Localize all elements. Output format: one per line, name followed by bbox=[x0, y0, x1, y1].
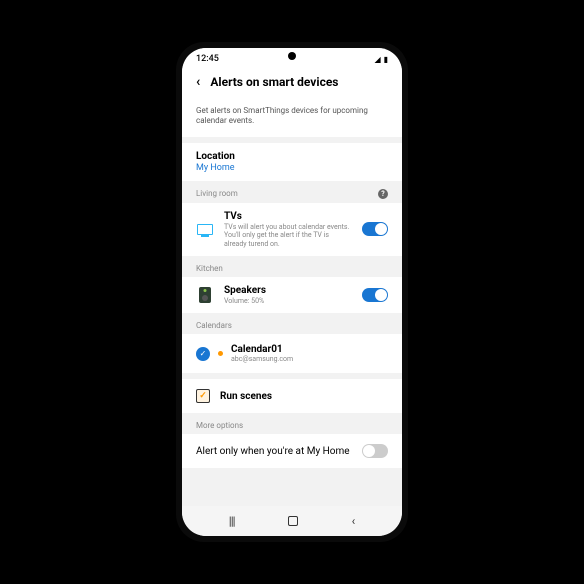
checkbox-icon[interactable]: ✓ bbox=[196, 389, 210, 403]
status-indicators: ◢ ▮ bbox=[374, 55, 388, 64]
device-tv-row[interactable]: TVs TVs will alert you about calendar ev… bbox=[182, 203, 402, 256]
tv-icon bbox=[196, 222, 214, 236]
scene-label: Run scenes bbox=[220, 391, 272, 402]
speaker-icon bbox=[196, 288, 214, 302]
page-header: ‹ Alerts on smart devices bbox=[182, 66, 402, 100]
device-desc: Volume: 50% bbox=[224, 297, 352, 305]
section-kitchen: Kitchen bbox=[182, 256, 402, 277]
check-icon: ✓ bbox=[196, 347, 210, 361]
device-speaker-row[interactable]: Speakers Volume: 50% bbox=[182, 277, 402, 313]
section-title: Kitchen bbox=[196, 264, 223, 273]
location-value: My Home bbox=[196, 163, 388, 173]
help-icon[interactable]: ? bbox=[378, 189, 388, 199]
calendar-row[interactable]: ✓ Calendar01 abc@samsung.com bbox=[182, 334, 402, 373]
status-time: 12:45 bbox=[196, 54, 219, 64]
speaker-toggle[interactable] bbox=[362, 288, 388, 302]
calendar-info: Calendar01 abc@samsung.com bbox=[231, 344, 388, 363]
phone-frame: 12:45 ◢ ▮ ‹ Alerts on smart devices Get … bbox=[176, 42, 408, 542]
page-title: Alerts on smart devices bbox=[210, 75, 338, 89]
device-info: TVs TVs will alert you about calendar ev… bbox=[224, 211, 352, 248]
content-scroll[interactable]: Get alerts on SmartThings devices for up… bbox=[182, 100, 402, 506]
option-label: Alert only when you're at My Home bbox=[196, 446, 350, 457]
device-name: TVs bbox=[224, 211, 352, 222]
navigation-bar: ||| ‹ bbox=[182, 506, 402, 536]
section-title: More options bbox=[196, 421, 243, 430]
tv-toggle[interactable] bbox=[362, 222, 388, 236]
nav-recents-button[interactable]: ||| bbox=[229, 514, 235, 528]
battery-icon: ▮ bbox=[384, 55, 388, 64]
section-living-room: Living room ? bbox=[182, 181, 402, 203]
nav-back-button[interactable]: ‹ bbox=[352, 514, 356, 528]
calendar-email: abc@samsung.com bbox=[231, 355, 388, 363]
section-more-options: More options bbox=[182, 413, 402, 434]
nav-home-button[interactable] bbox=[288, 516, 298, 526]
location-label: Location bbox=[196, 151, 388, 162]
location-card[interactable]: Location My Home bbox=[182, 143, 402, 181]
phone-screen: 12:45 ◢ ▮ ‹ Alerts on smart devices Get … bbox=[182, 48, 402, 536]
calendar-color-dot bbox=[218, 351, 223, 356]
section-title: Calendars bbox=[196, 321, 232, 330]
device-info: Speakers Volume: 50% bbox=[224, 285, 352, 305]
alert-location-toggle[interactable] bbox=[362, 444, 388, 458]
device-desc: TVs will alert you about calendar events… bbox=[224, 223, 352, 248]
intro-text: Get alerts on SmartThings devices for up… bbox=[182, 100, 402, 137]
device-name: Speakers bbox=[224, 285, 352, 296]
run-scenes-row[interactable]: ✓ Run scenes bbox=[182, 379, 402, 413]
back-button[interactable]: ‹ bbox=[196, 74, 200, 90]
alert-location-row[interactable]: Alert only when you're at My Home bbox=[182, 434, 402, 468]
section-calendars: Calendars bbox=[182, 313, 402, 334]
camera-hole bbox=[288, 52, 296, 60]
section-title: Living room bbox=[196, 189, 238, 198]
calendar-name: Calendar01 bbox=[231, 344, 388, 355]
signal-icon: ◢ bbox=[374, 55, 380, 64]
